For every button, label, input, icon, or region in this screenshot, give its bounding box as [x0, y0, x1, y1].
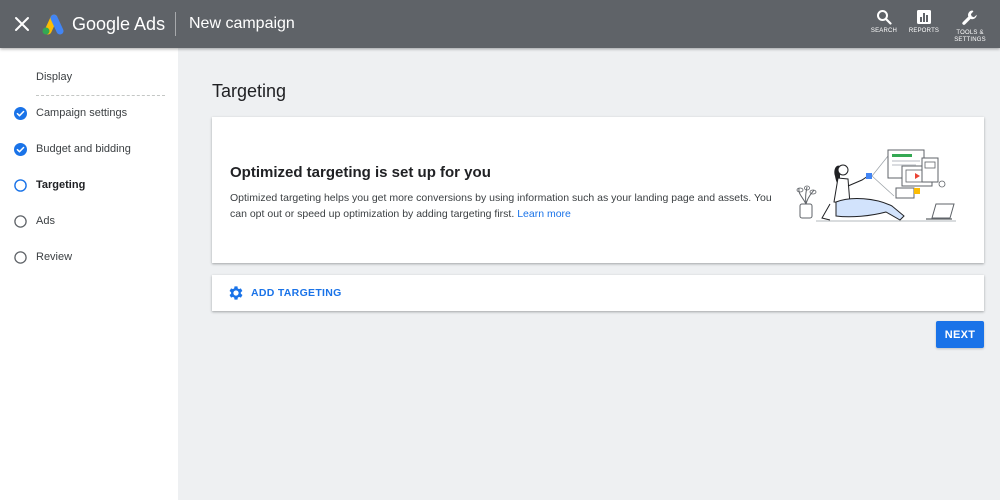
card-description-text: Optimized targeting helps you get more c… — [230, 192, 772, 220]
step-label: Review — [36, 251, 73, 263]
step-label: Targeting — [36, 179, 86, 191]
next-button[interactable]: NEXT — [936, 321, 984, 348]
reports-label: REPORTS — [908, 28, 940, 34]
product-name: Google Ads — [72, 14, 166, 34]
empty-circle-icon — [14, 251, 27, 264]
tools-label: TOOLS & — [956, 30, 984, 36]
header-divider — [175, 12, 176, 36]
page-title: Targeting — [212, 81, 287, 101]
top-app-bar: Google Ads New campaign SEARCH REPORTS T… — [0, 0, 1000, 48]
check-circle-icon — [14, 143, 27, 156]
reports-button[interactable]: REPORTS — [900, 9, 948, 35]
step-label: Ads — [36, 215, 55, 227]
step-review[interactable]: Review — [14, 249, 174, 267]
campaign-steps-sidebar: Display Campaign settings Budget and bid… — [0, 48, 178, 500]
gear-icon — [229, 286, 243, 300]
add-targeting-label: ADD TARGETING — [251, 287, 342, 299]
search-icon — [877, 10, 892, 25]
close-icon[interactable] — [12, 14, 32, 34]
step-campaign-settings[interactable]: Campaign settings — [14, 105, 174, 123]
google-ads-logo-icon — [40, 13, 66, 35]
optimized-targeting-card: Optimized targeting is set up for you Op… — [212, 117, 984, 263]
card-title: Optimized targeting is set up for you — [230, 164, 491, 181]
reports-icon — [917, 10, 931, 24]
empty-circle-icon — [14, 215, 27, 228]
page-heading: New campaign — [189, 15, 295, 32]
campaign-type-label: Display — [36, 71, 73, 83]
step-label: Budget and bidding — [36, 143, 131, 155]
sidebar-divider — [36, 95, 165, 96]
step-targeting[interactable]: Targeting — [14, 177, 174, 195]
check-circle-icon — [14, 107, 27, 120]
step-ads[interactable]: Ads — [14, 213, 174, 231]
current-step-circle-icon — [14, 179, 27, 192]
tools-settings-button[interactable]: TOOLS & SETTINGS — [946, 9, 994, 44]
add-targeting-button[interactable]: ADD TARGETING — [212, 275, 984, 311]
wrench-icon — [962, 10, 977, 25]
card-description: Optimized targeting helps you get more c… — [230, 190, 790, 222]
step-budget-and-bidding[interactable]: Budget and bidding — [14, 141, 174, 159]
targeting-illustration-icon — [796, 149, 956, 222]
learn-more-link[interactable]: Learn more — [517, 208, 571, 220]
step-label: Campaign settings — [36, 107, 128, 119]
settings-label: SETTINGS — [954, 37, 986, 43]
